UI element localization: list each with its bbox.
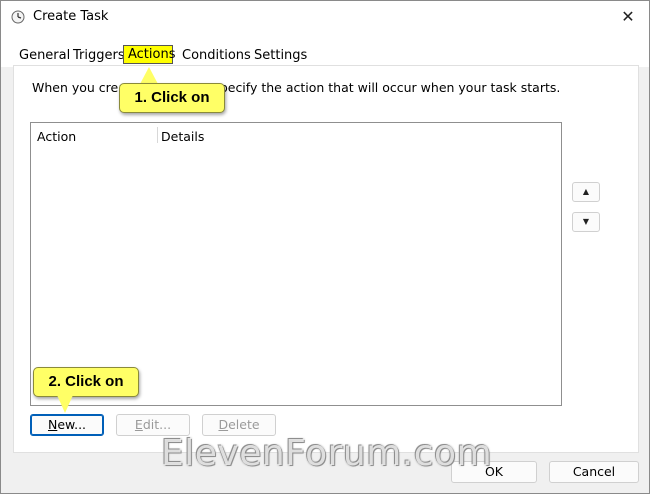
triangle-up-icon: ▲ (582, 187, 590, 196)
callout-1-pointer (140, 67, 158, 84)
close-button[interactable]: ✕ (617, 6, 639, 28)
move-down-button[interactable]: ▼ (572, 212, 600, 232)
delete-button-mnemonic: D (218, 417, 229, 432)
watermark: ElevenForum.com (161, 433, 493, 474)
description-right: pecify the action that will occur when y… (219, 80, 561, 95)
callout-step-1: 1. Click on (119, 83, 225, 113)
tab-settings[interactable]: Settings (254, 48, 307, 63)
close-icon: ✕ (621, 7, 635, 26)
new-button-label: ew... (57, 417, 87, 432)
column-separator (157, 127, 158, 143)
cancel-button[interactable]: Cancel (549, 461, 639, 483)
create-task-window: Create Task ✕ General Triggers Actions C… (0, 0, 650, 494)
callout-2-pointer (57, 395, 73, 413)
new-button[interactable]: New... (30, 414, 104, 436)
tab-triggers[interactable]: Triggers (73, 48, 125, 63)
description-text: When you creat pecify the action that wil… (32, 80, 560, 95)
tab-general[interactable]: General (19, 48, 70, 63)
edit-button-mnemonic: E (134, 417, 143, 432)
triangle-down-icon: ▼ (582, 217, 590, 226)
new-button-mnemonic: N (47, 417, 58, 432)
tab-actions[interactable]: Actions (123, 45, 176, 64)
tab-bar: General Triggers Actions Conditions Sett… (1, 33, 649, 67)
move-up-button[interactable]: ▲ (572, 182, 600, 202)
actions-list[interactable]: Action Details (30, 122, 562, 406)
tab-actions-label: Actions (128, 47, 176, 62)
callout-step-2: 2. Click on (33, 367, 139, 397)
column-header-details[interactable]: Details (161, 129, 204, 144)
clock-icon (11, 10, 25, 24)
edit-button-label: dit... (142, 417, 172, 432)
description-left: When you creat (32, 80, 131, 95)
delete-button-label: elete (228, 417, 260, 432)
column-header-action[interactable]: Action (37, 129, 76, 144)
tab-conditions[interactable]: Conditions (182, 48, 251, 63)
title-bar: Create Task ✕ (1, 1, 649, 33)
window-title: Create Task (33, 9, 109, 24)
